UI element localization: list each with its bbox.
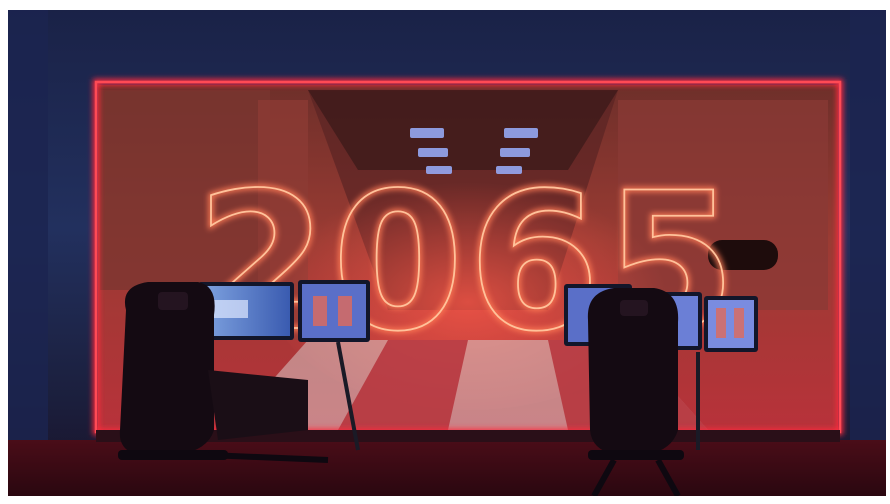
scene-svg: 2065 2065 bbox=[8, 10, 886, 496]
left-wall-edge bbox=[8, 10, 48, 440]
right-wall-edge bbox=[850, 10, 886, 440]
photo-scene: 2065 2065 bbox=[8, 10, 886, 496]
